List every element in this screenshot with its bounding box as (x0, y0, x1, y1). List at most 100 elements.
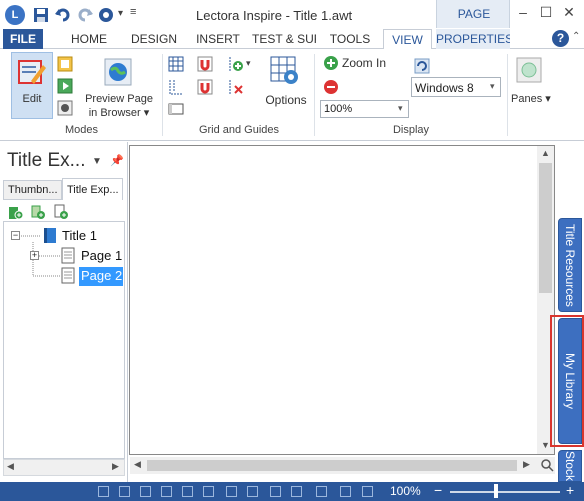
preview-label-line1: Preview Page (85, 93, 153, 105)
theme-select[interactable]: Windows 8 ▾ (411, 77, 501, 97)
zoom-in-button[interactable]: Zoom In (323, 55, 393, 73)
panes-button[interactable]: Panes ▾ (511, 49, 551, 121)
scroll-down-icon[interactable]: ▼ (541, 440, 550, 450)
add-guide-dropdown-icon[interactable]: ▾ (246, 58, 251, 69)
tab-insert[interactable]: INSERT (193, 29, 243, 49)
size-width-icon[interactable] (226, 486, 237, 497)
zoom-slider-thumb[interactable] (494, 484, 498, 498)
edit-mode-button[interactable]: Edit (11, 52, 53, 119)
zoom-out-button[interactable]: − (434, 482, 442, 498)
align-middle-icon[interactable] (182, 486, 193, 497)
tab-test-survey[interactable]: TEST & SURV (252, 29, 316, 49)
collapse-toggle[interactable]: − (11, 231, 20, 240)
tab-thumbnails[interactable]: Thumbn... (3, 180, 62, 200)
scroll-left-icon[interactable]: ◀ (7, 461, 14, 472)
align-right-icon[interactable] (140, 486, 151, 497)
preview-mode-icon[interactable] (57, 78, 73, 94)
scroll-right-icon[interactable]: ▶ (112, 461, 119, 472)
scroll-up-icon[interactable]: ▲ (541, 148, 550, 158)
page-context-group: PAGE (436, 0, 510, 28)
theme-select-value: Windows 8 (415, 81, 474, 95)
tree-item-page1[interactable]: Page 1 (81, 248, 122, 263)
distribute-vertical-icon[interactable] (291, 486, 302, 497)
scroll-left-icon[interactable]: ◀ (134, 459, 141, 470)
add-section-icon[interactable] (30, 204, 46, 220)
zoom-corner-icon[interactable] (540, 458, 554, 472)
add-guide-icon[interactable] (228, 56, 244, 72)
collapse-ribbon-icon[interactable]: ⌃ (572, 31, 580, 42)
snap-grid-icon[interactable] (197, 56, 213, 72)
tree-item-page2[interactable]: Page 2 (81, 268, 122, 283)
add-page-icon[interactable] (53, 204, 69, 220)
tab-properties[interactable]: PROPERTIES (436, 29, 510, 49)
panel-horizontal-scrollbar[interactable]: ◀ ▶ (3, 459, 125, 476)
size-height-icon[interactable] (247, 486, 258, 497)
delete-guide-icon[interactable] (228, 79, 244, 95)
zoom-in-status-button[interactable]: + (566, 482, 574, 498)
title-tree: − Title 1 + Page 1 Page 2 (3, 221, 125, 459)
guides-icon[interactable] (168, 79, 184, 95)
tab-title-explorer[interactable]: Title Exp... (62, 178, 123, 200)
undo-icon[interactable] (54, 6, 72, 24)
redo-icon[interactable] (76, 6, 94, 24)
page-icon (61, 267, 75, 284)
tab-design[interactable]: DESIGN (126, 29, 182, 49)
panes-label: Panes ▾ (511, 93, 551, 105)
minimize-button[interactable]: – (512, 4, 534, 24)
tree-item-title1[interactable]: Title 1 (62, 228, 97, 243)
zoom-slider-track[interactable] (450, 491, 560, 493)
align-left-icon[interactable] (98, 486, 109, 497)
zoom-out-icon[interactable] (323, 79, 339, 95)
status-zoom-value: 100% (390, 484, 421, 498)
tab-file[interactable]: FILE (3, 29, 43, 49)
close-button[interactable]: ✕ (558, 4, 580, 24)
send-back-icon[interactable] (362, 486, 373, 497)
preview-in-browser-button[interactable]: Preview Page in Browser ▾ (80, 49, 158, 121)
debug-mode-icon[interactable] (57, 100, 73, 116)
distribute-horizontal-icon[interactable] (270, 486, 281, 497)
help-icon[interactable]: ? (552, 30, 569, 47)
panes-icon (516, 57, 542, 83)
vertical-scroll-thumb[interactable] (539, 163, 552, 293)
zoom-select[interactable]: 100% ▾ (320, 100, 409, 118)
chevron-down-icon: ▾ (398, 103, 403, 113)
maximize-button[interactable]: ☐ (535, 4, 557, 24)
options-button[interactable]: Options (262, 49, 310, 121)
preview-label-line2: in Browser ▾ (88, 107, 150, 119)
pin-icon[interactable]: 📌 (110, 154, 124, 167)
expand-toggle[interactable]: + (30, 251, 39, 260)
align-bottom-icon[interactable] (203, 486, 214, 497)
page-canvas[interactable] (129, 145, 555, 455)
page-icon (61, 247, 75, 264)
save-icon[interactable] (32, 6, 50, 24)
center-page-icon[interactable] (316, 486, 327, 497)
panel-title: Title Ex... (7, 150, 86, 171)
run-mode-icon[interactable] (57, 56, 73, 72)
panel-menu-icon[interactable]: ▼ (92, 156, 102, 167)
grid-options-icon (270, 56, 298, 84)
ruler-icon[interactable] (168, 101, 184, 117)
bring-front-icon[interactable] (340, 486, 351, 497)
snap-guides-icon[interactable] (197, 79, 213, 95)
side-tab-stock-library[interactable]: Stock Lib (558, 450, 582, 482)
tab-tools[interactable]: TOOLS (327, 29, 373, 49)
align-center-icon[interactable] (119, 486, 130, 497)
align-top-icon[interactable] (161, 486, 172, 497)
gear-icon[interactable] (97, 6, 115, 24)
edit-icon (18, 60, 46, 84)
side-tab-title-resources[interactable]: Title Resources (558, 218, 582, 312)
book-icon (44, 228, 56, 243)
quick-access-dropdown-icon[interactable]: ▾ (118, 8, 123, 19)
horizontal-scroll-thumb[interactable] (147, 460, 517, 471)
tab-home[interactable]: HOME (63, 29, 115, 49)
add-chapter-icon[interactable] (8, 204, 24, 220)
scroll-right-icon[interactable]: ▶ (523, 459, 530, 470)
grid-icon[interactable] (168, 56, 184, 72)
customize-icon[interactable]: ≡ (130, 6, 136, 18)
ribbon: Edit Preview Page in Browser ▾ Modes ▾ O… (0, 49, 584, 141)
chevron-down-icon: ▾ (490, 81, 495, 91)
refresh-theme-icon[interactable] (414, 58, 430, 74)
grid-group-label: Grid and Guides (198, 124, 280, 136)
tab-view[interactable]: VIEW (383, 29, 432, 50)
app-logo[interactable]: L (5, 5, 25, 25)
